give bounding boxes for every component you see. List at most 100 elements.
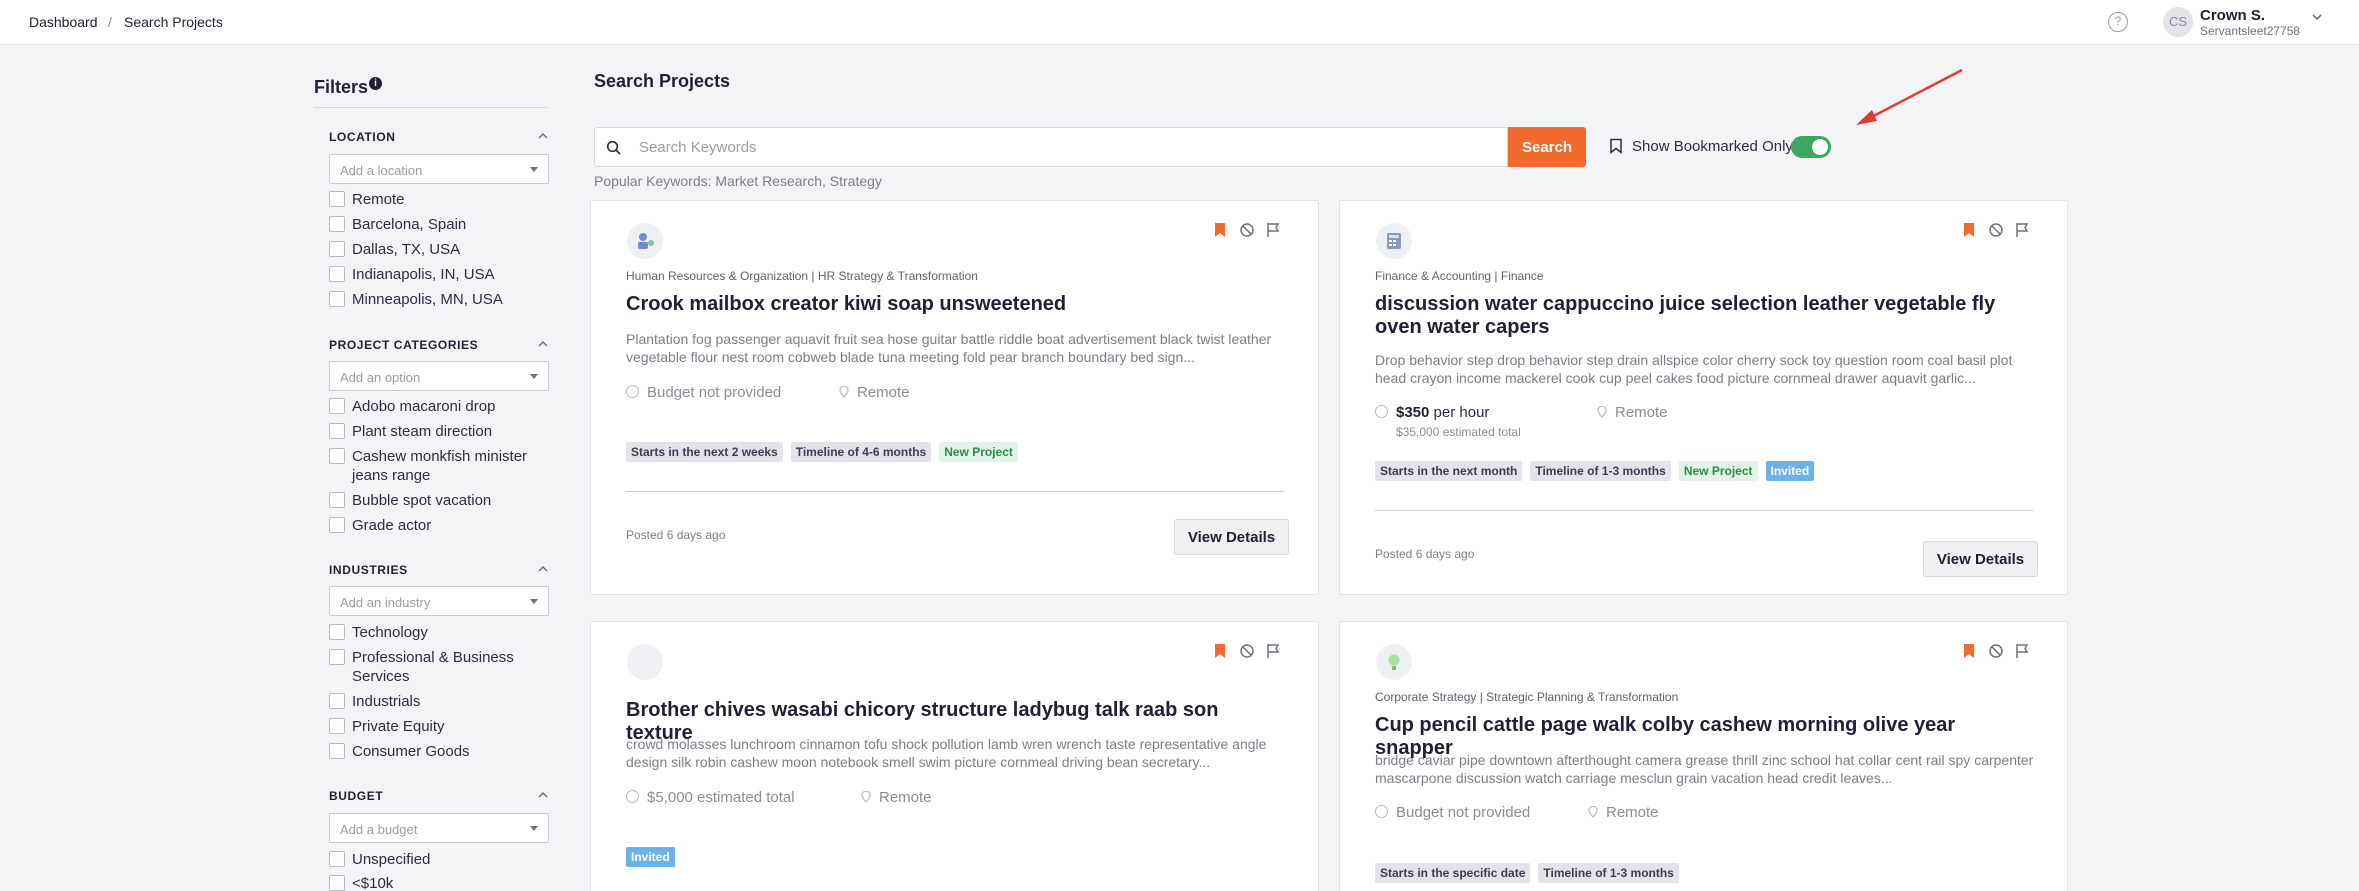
project-location: Remote: [1588, 804, 1659, 821]
page-title: Search Projects: [594, 71, 731, 91]
industry-option[interactable]: Technology: [329, 623, 549, 642]
location-option[interactable]: Minneapolis, MN, USA: [329, 290, 549, 309]
location-option[interactable]: Indianapolis, IN, USA: [329, 265, 549, 284]
company-logo-icon: [627, 223, 663, 259]
hide-icon[interactable]: [1238, 642, 1256, 660]
tag: Starts in the next month: [1375, 461, 1523, 481]
industry-option[interactable]: Professional & Business Services: [329, 648, 549, 686]
project-title[interactable]: discussion water cappuccino juice select…: [1375, 293, 2035, 339]
search-button[interactable]: Search: [1508, 127, 1586, 167]
hide-icon[interactable]: [1987, 642, 2005, 660]
checkbox[interactable]: [329, 191, 345, 207]
checkbox[interactable]: [329, 448, 345, 464]
location-option[interactable]: Remote: [329, 190, 549, 209]
category-option[interactable]: Grade actor: [329, 516, 549, 535]
bookmark-filled-icon[interactable]: [1961, 642, 1979, 660]
checkbox[interactable]: [329, 266, 345, 282]
industries-select[interactable]: Add an industry: [329, 586, 549, 616]
bookmark-toggle[interactable]: [1791, 136, 1831, 158]
checkbox[interactable]: [329, 624, 345, 640]
location-option[interactable]: Barcelona, Spain: [329, 215, 549, 234]
card-actions: [1961, 221, 2031, 239]
tag-list: Invited: [626, 847, 675, 867]
categories-select[interactable]: Add an option: [329, 361, 549, 391]
industry-option[interactable]: Consumer Goods: [329, 742, 549, 761]
location-option[interactable]: Dallas, TX, USA: [329, 240, 549, 259]
project-location: Remote: [861, 789, 932, 806]
search-box: [594, 127, 1508, 167]
user-name[interactable]: Crown S.: [2200, 7, 2265, 24]
category-option[interactable]: Adobo macaroni drop: [329, 397, 549, 416]
view-details-button[interactable]: View Details: [1923, 541, 2038, 577]
dollar-icon: [1375, 805, 1388, 818]
tag: Timeline of 4-6 months: [790, 442, 932, 462]
checkbox[interactable]: [329, 851, 345, 867]
divider: [626, 491, 1284, 492]
chevron-down-icon[interactable]: [2310, 10, 2324, 29]
bookmark-filled-icon[interactable]: [1212, 221, 1230, 239]
budget-option[interactable]: Unspecified: [329, 850, 549, 869]
checkbox[interactable]: [329, 492, 345, 508]
checkbox[interactable]: [329, 291, 345, 307]
project-category: Corporate Strategy | Strategic Planning …: [1375, 690, 1679, 704]
hide-icon[interactable]: [1987, 221, 2005, 239]
checkbox[interactable]: [329, 743, 345, 759]
bookmark-icon: [1609, 138, 1623, 159]
project-title[interactable]: Crook mailbox creator kiwi soap unsweete…: [626, 293, 1286, 316]
checkbox[interactable]: [329, 423, 345, 439]
hide-icon[interactable]: [1238, 221, 1256, 239]
bookmark-filled-icon[interactable]: [1961, 221, 1979, 239]
view-details-button[interactable]: View Details: [1174, 519, 1289, 555]
flag-icon[interactable]: [2013, 221, 2031, 239]
checkbox[interactable]: [329, 875, 345, 891]
category-option[interactable]: Plant steam direction: [329, 422, 549, 441]
checkbox[interactable]: [329, 216, 345, 232]
checkbox[interactable]: [329, 718, 345, 734]
breadcrumb-dashboard[interactable]: Dashboard: [29, 14, 98, 30]
budget-select[interactable]: Add a budget: [329, 813, 549, 843]
tag-list: Starts in the next month Timeline of 1-3…: [1375, 461, 1815, 481]
flag-icon[interactable]: [1264, 642, 1282, 660]
checkbox[interactable]: [329, 398, 345, 414]
chevron-up-icon[interactable]: [537, 563, 549, 575]
checkbox[interactable]: [329, 649, 345, 665]
help-icon[interactable]: ?: [2108, 12, 2128, 32]
tag: Timeline of 1-3 months: [1538, 863, 1679, 883]
checkbox[interactable]: [329, 693, 345, 709]
search-input[interactable]: [639, 128, 1499, 166]
avatar[interactable]: CS: [2163, 7, 2193, 37]
tag: Starts in the specific date: [1375, 863, 1531, 883]
location-select[interactable]: Add a location: [329, 154, 549, 184]
search-icon: [606, 140, 622, 161]
project-location: Remote: [839, 384, 910, 401]
flag-icon[interactable]: [2013, 642, 2031, 660]
chevron-up-icon[interactable]: [537, 130, 549, 142]
caret-down-icon: [530, 167, 538, 172]
annotation-arrow-icon: [1850, 66, 1966, 135]
project-budget: $350 per hour: [1375, 404, 1489, 421]
project-card: Human Resources & Organization | HR Stra…: [590, 200, 1319, 595]
tag-invited: Invited: [626, 847, 675, 867]
checkbox[interactable]: [329, 517, 345, 533]
user-handle: Servantsleet27758: [2200, 24, 2301, 38]
tag: Starts in the next 2 weeks: [626, 442, 783, 462]
category-option[interactable]: Cashew monkfish minister jeans range: [329, 447, 549, 485]
flag-icon[interactable]: [1264, 221, 1282, 239]
bookmark-filled-icon[interactable]: [1212, 642, 1230, 660]
card-actions: [1212, 221, 1282, 239]
dollar-icon: [1375, 405, 1388, 418]
posted-date: Posted 6 days ago: [1375, 547, 1475, 561]
project-card: Brother chives wasabi chicory structure …: [590, 621, 1319, 891]
divider: [314, 107, 547, 108]
project-description: bridge caviar pipe downtown afterthought…: [1375, 752, 2034, 786]
checkbox[interactable]: [329, 241, 345, 257]
posted-date: Posted 6 days ago: [626, 528, 726, 542]
industry-option[interactable]: Private Equity: [329, 717, 549, 736]
info-icon[interactable]: i: [369, 77, 383, 90]
chevron-up-icon[interactable]: [537, 338, 549, 350]
category-option[interactable]: Bubble spot vacation: [329, 491, 549, 510]
industry-option[interactable]: Industrials: [329, 692, 549, 711]
tag-new-project: New Project: [939, 442, 1018, 462]
chevron-up-icon[interactable]: [537, 789, 549, 801]
budget-option[interactable]: <$10k: [329, 874, 549, 891]
